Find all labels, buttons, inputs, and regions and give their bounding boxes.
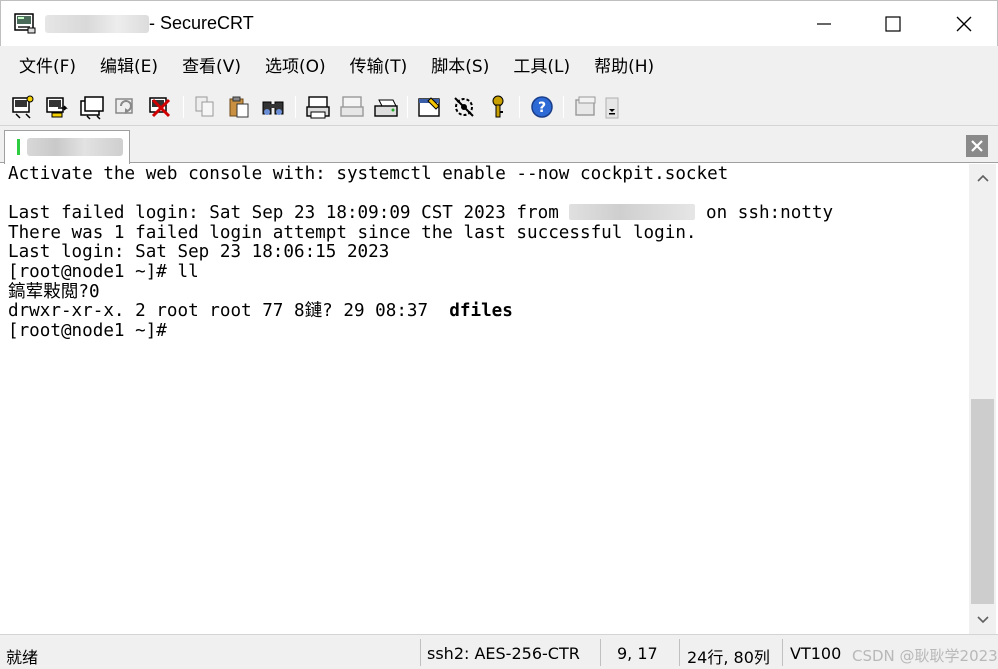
session-options-icon[interactable] — [417, 94, 443, 120]
terminal-line-text: on ssh:notty — [695, 203, 834, 224]
reconnect-icon[interactable] — [113, 94, 139, 120]
print-icon[interactable] — [305, 94, 331, 120]
title-bar: - SecureCRT — [0, 0, 998, 46]
terminal-line: Last login: Sat Sep 23 18:06:15 2023 — [8, 242, 390, 263]
title-session-name-redacted — [45, 15, 149, 33]
toolbar-separator — [519, 96, 520, 118]
find-icon[interactable] — [260, 94, 286, 120]
menu-file[interactable]: 文件(F) — [10, 46, 85, 88]
menu-options[interactable]: 选项(O) — [256, 46, 335, 88]
status-divider — [420, 639, 421, 666]
quick-connect-icon[interactable] — [44, 94, 70, 120]
terminal-line: [root@node1 ~]# ll — [8, 261, 199, 282]
global-options-icon[interactable] — [451, 94, 477, 120]
scroll-up-button[interactable] — [969, 166, 996, 190]
terminal-line-text: Last failed login: Sat Sep 23 18:09:09 C… — [8, 203, 570, 224]
maximize-button[interactable] — [870, 1, 916, 47]
vertical-scrollbar[interactable] — [969, 164, 996, 634]
help-icon[interactable]: ? — [529, 94, 555, 120]
menu-script[interactable]: 脚本(S) — [422, 46, 498, 88]
toolbar: ? — [0, 88, 998, 126]
terminal-line-text: drwxr-xr-x. 2 root root 77 8鏈? 29 08:37 — [8, 301, 450, 322]
status-cursor-position: 9, 17 — [617, 644, 658, 663]
connect-icon[interactable] — [10, 94, 36, 120]
securecrt-app-icon[interactable] — [14, 12, 36, 34]
redacted-ip — [569, 204, 696, 221]
sftp-icon[interactable] — [573, 94, 599, 120]
copy-icon[interactable] — [192, 94, 218, 120]
terminal-line: Activate the web console with: systemctl… — [8, 164, 729, 184]
status-ready: 就绪 — [6, 648, 39, 667]
status-divider — [679, 639, 680, 666]
session-tab-bar — [0, 126, 998, 164]
menu-view[interactable]: 查看(V) — [173, 46, 250, 88]
close-icon — [956, 16, 972, 32]
menu-tools[interactable]: 工具(L) — [504, 46, 579, 88]
terminal-output[interactable]: Activate the web console with: systemctl… — [0, 164, 969, 634]
session-tab[interactable] — [4, 130, 130, 164]
minimize-icon — [817, 23, 831, 25]
disconnect-icon[interactable] — [147, 94, 173, 120]
status-terminal-size: 24行, 80列 — [687, 648, 770, 667]
paste-icon[interactable] — [226, 94, 252, 120]
status-cipher: ssh2: AES-256-CTR — [427, 644, 580, 663]
svg-text:?: ? — [538, 100, 546, 116]
session-tab-label-redacted — [27, 138, 123, 156]
chevron-up-icon — [976, 174, 989, 182]
minimize-button[interactable] — [801, 1, 847, 47]
status-divider — [600, 639, 601, 666]
terminal-prompt-line: [root@node1 ~]# — [8, 320, 167, 341]
terminal-line: drwxr-xr-x. 2 root root 77 8鏈? 29 08:37 … — [8, 301, 969, 322]
scrollbar-thumb[interactable] — [971, 399, 994, 604]
connection-status-indicator — [17, 139, 20, 155]
toolbar-separator — [295, 96, 296, 118]
terminal-line: Last failed login: Sat Sep 23 18:09:09 C… — [8, 203, 969, 224]
chevron-down-icon — [976, 616, 989, 624]
print-selection-icon[interactable] — [339, 94, 365, 120]
close-tab-button[interactable] — [966, 135, 988, 157]
menu-bar: 文件(F) 编辑(E) 查看(V) 选项(O) 传输(T) 脚本(S) 工具(L… — [0, 46, 998, 88]
menu-edit[interactable]: 编辑(E) — [91, 46, 167, 88]
toolbar-separator — [183, 96, 184, 118]
terminal-line: 鎬荤敤閲?0 — [8, 281, 100, 302]
status-divider — [782, 639, 783, 666]
close-button[interactable] — [941, 1, 987, 47]
toolbar-separator — [407, 96, 408, 118]
maximize-icon — [885, 16, 901, 32]
close-icon — [971, 140, 983, 152]
keymap-icon[interactable] — [485, 94, 511, 120]
window-title: - SecureCRT — [149, 13, 254, 33]
menu-transfer[interactable]: 传输(T) — [341, 46, 417, 88]
watermark: CSDN @耿耿学2023 — [852, 647, 998, 665]
connect-in-tab-icon[interactable] — [79, 94, 105, 120]
directory-name: dfiles — [449, 301, 513, 322]
status-bar: 就绪 ssh2: AES-256-CTR 9, 17 24行, 80列 VT10… — [0, 634, 998, 669]
terminal-line: There was 1 failed login attempt since t… — [8, 222, 697, 243]
toolbar-separator — [563, 96, 564, 118]
menu-help[interactable]: 帮助(H) — [585, 46, 663, 88]
toolbar-dropdown-icon[interactable] — [605, 94, 619, 120]
status-emulation: VT100 — [790, 644, 842, 663]
scroll-down-button[interactable] — [969, 608, 996, 632]
print-setup-icon[interactable] — [373, 94, 399, 120]
